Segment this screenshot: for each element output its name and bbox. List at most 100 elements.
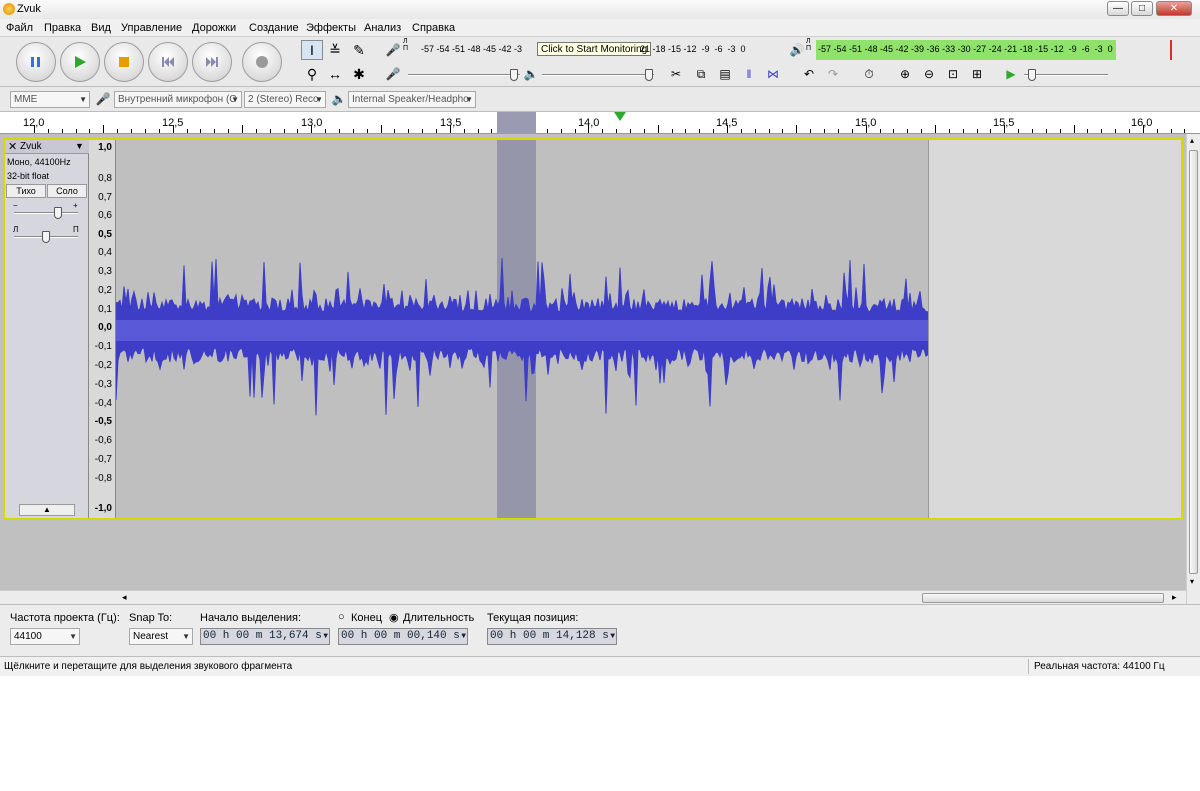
menu-edit[interactable]: Правка	[44, 22, 81, 34]
current-position-field[interactable]: 00 h 00 m 14,128 s ▼	[487, 628, 617, 645]
fit-project-icon[interactable]: ⊞	[966, 64, 988, 84]
menu-file[interactable]: Файл	[6, 22, 33, 34]
sync-lock-icon[interactable]: ⏱	[858, 64, 880, 84]
zoom-out-icon[interactable]: ⊖	[918, 64, 940, 84]
selection-start-field[interactable]: 00 h 00 m 13,674 s ▼	[200, 628, 330, 645]
trim-icon[interactable]: ‖	[738, 64, 760, 84]
ruler-tick	[948, 129, 950, 133]
output-volume-slider[interactable]	[542, 69, 654, 81]
record-meter-mic-icon[interactable]: 🎤	[382, 40, 404, 60]
scroll-right-arrow-icon[interactable]: ▸	[1172, 592, 1177, 603]
track-close-icon[interactable]: ✕	[8, 140, 17, 153]
empty-track-region[interactable]	[928, 140, 1181, 518]
output-device-select[interactable]: Internal Speaker/Headpho ▼	[348, 91, 476, 108]
horizontal-scrollbar[interactable]: ◂ ▸	[0, 590, 1186, 604]
record-button[interactable]	[242, 42, 282, 82]
zoom-tool[interactable]: ⚲	[301, 64, 323, 84]
timeline-ruler[interactable]: 12,0 12,5 13,0 13,5 14,0 14,5 15,0 15,5 …	[0, 112, 1200, 134]
draw-tool[interactable]: ✎	[348, 40, 370, 60]
stop-button[interactable]	[104, 42, 144, 82]
pan-slider[interactable]	[14, 231, 78, 243]
playback-meter-channels: Л П	[806, 38, 812, 52]
selection-length-field[interactable]: 00 h 00 m 00,140 s ▼	[338, 628, 468, 645]
selection-tool[interactable]: I	[301, 40, 323, 60]
fit-selection-icon[interactable]: ⊡	[942, 64, 964, 84]
ruler-tick	[422, 129, 424, 133]
ruler-tick	[630, 129, 631, 133]
vertical-scrollbar[interactable]: ▴ ▾	[1186, 134, 1200, 604]
paste-icon[interactable]: ▤	[714, 64, 736, 84]
maximize-button[interactable]: □	[1131, 1, 1153, 16]
menu-tracks[interactable]: Дорожки	[192, 22, 236, 34]
ruler-label: 16,0	[1131, 117, 1153, 129]
skip-to-start-button[interactable]	[148, 42, 188, 82]
pause-button[interactable]	[16, 42, 56, 82]
amp-label: 0,0	[98, 322, 112, 333]
project-rate-select[interactable]: 44100 ▼	[10, 628, 80, 645]
output-volume-speaker-icon: 🔈	[523, 67, 539, 81]
track-title-bar[interactable]: ✕ Zvuk ▼	[5, 140, 89, 154]
input-device-select[interactable]: Внутренний микрофон (С ▼	[114, 91, 242, 108]
audio-host-select[interactable]: MME ▼	[10, 91, 90, 108]
input-channels-select[interactable]: 2 (Stereo) Reco ▼	[244, 91, 326, 108]
copy-icon[interactable]: ⧉	[690, 64, 712, 84]
device-toolbar: MME ▼ 🎤 Внутренний микрофон (С ▼ 2 (Stereo…	[0, 87, 1200, 112]
amp-label: 0,8	[98, 173, 112, 184]
playback-meter-speaker-icon[interactable]: 🔊	[786, 40, 808, 60]
multi-tool[interactable]: ✱	[348, 64, 370, 84]
collapse-track-button[interactable]: ▲	[19, 504, 75, 516]
menu-view[interactable]: Вид	[91, 22, 111, 34]
snap-to-select[interactable]: Nearest ▼	[129, 628, 193, 645]
input-volume-thumb[interactable]	[510, 69, 518, 81]
menu-analyze[interactable]: Анализ	[364, 22, 401, 34]
ruler-tick	[463, 129, 465, 133]
play-speed-thumb[interactable]	[1028, 69, 1036, 81]
scroll-up-arrow-icon[interactable]: ▴	[1190, 136, 1194, 145]
horizontal-scroll-thumb[interactable]	[922, 593, 1164, 603]
play-speed-slider[interactable]	[1024, 69, 1108, 81]
playback-meter-scale[interactable]: -57 -54 -51 -48 -45 -42 -39 -36 -33 -30 …	[818, 42, 1113, 56]
play-button[interactable]	[60, 42, 100, 82]
gain-slider-thumb[interactable]	[54, 207, 62, 219]
ruler-tick	[657, 125, 659, 133]
menu-help[interactable]: Справка	[412, 22, 455, 34]
gain-slider[interactable]	[14, 207, 78, 219]
input-volume-slider[interactable]	[408, 69, 520, 81]
ruler-tick	[1142, 125, 1144, 133]
menu-effect[interactable]: Эффекты	[306, 22, 356, 34]
ruler-tick	[394, 129, 396, 133]
vertical-scroll-thumb[interactable]	[1189, 150, 1198, 574]
play-at-speed-icon[interactable]: ▶	[1000, 64, 1022, 84]
ruler-tick	[1045, 129, 1047, 133]
silence-icon[interactable]: ⋈	[762, 64, 784, 84]
menu-generate[interactable]: Создание	[249, 22, 299, 34]
end-radio[interactable]: ○	[338, 611, 345, 623]
track-name[interactable]: Zvuk	[20, 141, 42, 152]
scroll-down-arrow-icon[interactable]: ▾	[1190, 577, 1194, 586]
undo-icon[interactable]: ↶	[798, 64, 820, 84]
track-menu-arrow-icon[interactable]: ▼	[75, 141, 84, 151]
menu-transport[interactable]: Управление	[121, 22, 182, 34]
solo-button[interactable]: Соло	[47, 184, 87, 198]
zoom-in-icon[interactable]: ⊕	[894, 64, 916, 84]
ruler-tick	[685, 129, 687, 133]
scroll-left-arrow-icon[interactable]: ◂	[122, 592, 127, 603]
ruler-tick	[338, 129, 340, 133]
redo-icon[interactable]: ↷	[822, 64, 844, 84]
pan-slider-thumb[interactable]	[42, 231, 50, 243]
close-button[interactable]: ✕	[1156, 1, 1192, 16]
envelope-tool[interactable]: ≚	[324, 40, 346, 60]
cut-icon[interactable]: ✂	[665, 64, 687, 84]
length-radio[interactable]: ◉	[389, 611, 399, 624]
amp-label: -0,6	[94, 435, 112, 446]
skip-to-end-button[interactable]	[192, 42, 232, 82]
record-meter-scale-tail[interactable]: 21 -18 -15 -12 -9 -6 -3 0	[640, 42, 746, 56]
record-meter-scale[interactable]: -57 -54 -51 -48 -45 -42 -3	[421, 42, 522, 56]
time-shift-tool[interactable]: ↔	[324, 64, 346, 84]
ruler-tick	[699, 129, 701, 133]
mute-button[interactable]: Тихо	[6, 184, 46, 198]
monitoring-tooltip: Click to Start Monitoring	[537, 42, 652, 56]
minimize-button[interactable]: —	[1107, 1, 1129, 16]
ruler-tick	[727, 125, 728, 133]
output-volume-thumb[interactable]	[645, 69, 653, 81]
